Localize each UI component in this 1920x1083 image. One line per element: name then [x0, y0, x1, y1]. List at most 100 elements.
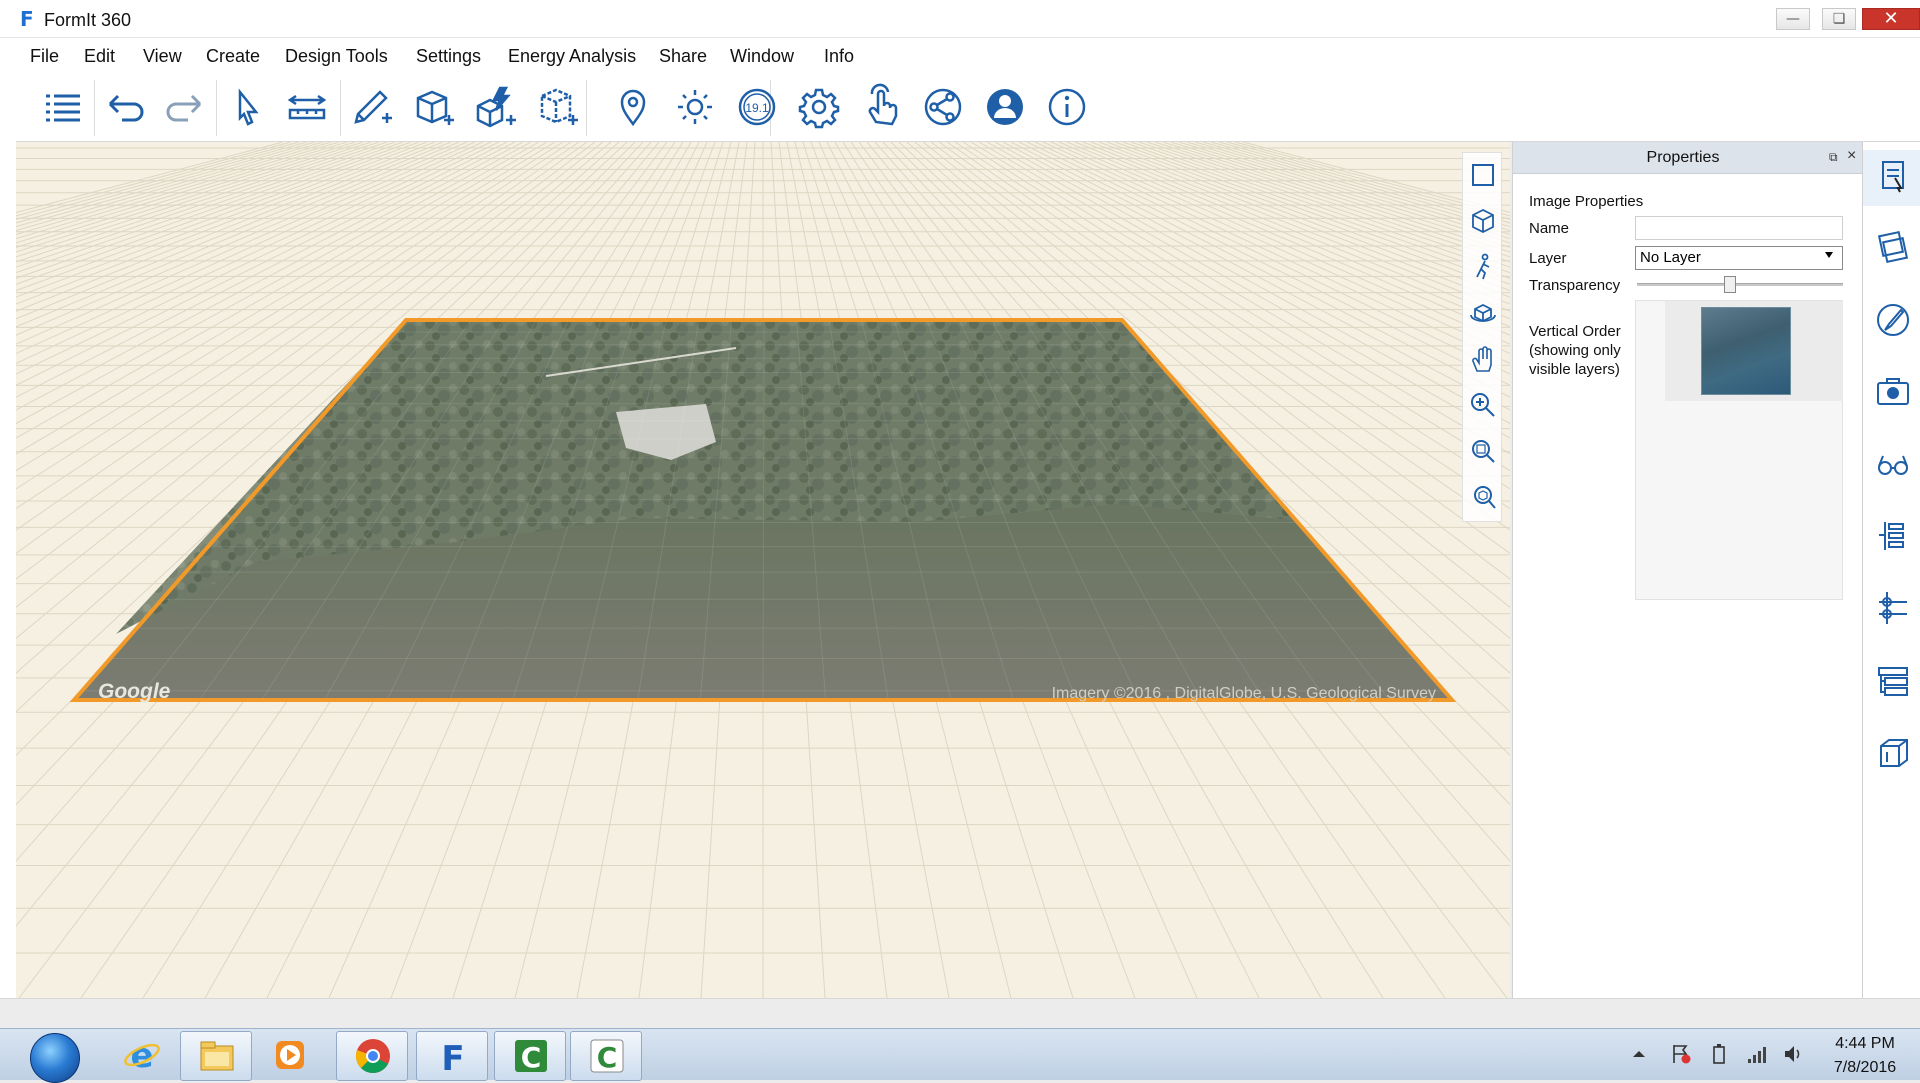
menu-info[interactable]: Info [824, 46, 854, 67]
volume-speaker-icon[interactable] [1782, 1043, 1804, 1065]
3d-viewport[interactable]: Google Imagery ©2016 , DigitalGlobe, U.S… [16, 142, 1510, 998]
properties-panel-icon[interactable] [1875, 158, 1911, 194]
layers-list-icon[interactable] [38, 82, 88, 132]
camtasia-icon[interactable]: C [494, 1031, 566, 1081]
account-icon[interactable] [980, 82, 1030, 132]
vertical-order-label: Vertical Order (showing only visible lay… [1529, 323, 1621, 378]
zoom-extents-icon[interactable] [1467, 159, 1499, 191]
share-icon[interactable] [918, 82, 968, 132]
undo-icon[interactable] [100, 82, 150, 132]
vertical-order-list[interactable] [1635, 300, 1843, 600]
status-strip [0, 998, 1920, 1028]
camtasia-recorder-icon[interactable]: C [570, 1031, 642, 1081]
scenes-camera-icon[interactable] [1875, 374, 1911, 410]
menu-view[interactable]: View [143, 46, 182, 67]
chevron-down-icon[interactable] [1825, 252, 1833, 258]
perspective-cube-icon[interactable] [1467, 205, 1499, 237]
properties-header: Properties ⧉ × [1513, 142, 1863, 174]
restore-button[interactable]: ❏ [1822, 8, 1856, 30]
layers-tree-icon[interactable] [1875, 518, 1911, 554]
quick-shape-icon[interactable] [470, 82, 520, 132]
properties-title: Properties [1646, 149, 1720, 166]
touch-gesture-icon[interactable] [856, 82, 906, 132]
version-badge-text: 19.1 [745, 101, 769, 115]
dock-pin-icon[interactable]: ⧉ [1829, 150, 1838, 165]
show-hidden-icons-icon[interactable] [1628, 1043, 1650, 1065]
map-credit-text: Imagery ©2016 , DigitalGlobe, U.S. Geolo… [1052, 685, 1436, 702]
menu-window[interactable]: Window [730, 46, 794, 67]
map-thumbnail-image[interactable] [1701, 307, 1791, 395]
location-pin-icon[interactable] [608, 82, 658, 132]
walk-icon[interactable] [1467, 251, 1499, 283]
menu-design-tools[interactable]: Design Tools [285, 46, 388, 67]
panel-icon-rail [1862, 142, 1920, 998]
svg-text:e: e [130, 1036, 153, 1075]
vertical-order-item[interactable] [1665, 301, 1843, 401]
measure-tape-icon[interactable] [282, 82, 332, 132]
settings-gear-icon[interactable] [794, 82, 844, 132]
clock-time[interactable]: 4:44 PM [1820, 1035, 1910, 1053]
transparency-label: Transparency [1529, 277, 1621, 294]
windows-taskbar: e F C C 4:44 PM 7/8/2016 [0, 1028, 1920, 1083]
layer-dropdown-value: No Layer [1640, 249, 1701, 266]
zoom-selected-icon[interactable] [1467, 481, 1499, 513]
view-navigation-bar [1462, 152, 1502, 522]
name-input[interactable] [1635, 216, 1843, 240]
clock-date[interactable]: 7/8/2016 [1820, 1059, 1910, 1077]
formit-icon[interactable]: F [416, 1031, 488, 1081]
window-title: FormIt 360 [44, 10, 132, 30]
zoom-window-icon[interactable] [1467, 435, 1499, 467]
transparency-slider-track[interactable] [1637, 283, 1843, 286]
orbit-icon[interactable] [1467, 297, 1499, 329]
cube-add-icon[interactable] [408, 82, 458, 132]
svg-text:C: C [521, 1041, 542, 1074]
menu-settings[interactable]: Settings [416, 46, 481, 67]
formit-logo-icon: F [20, 7, 34, 31]
menu-create[interactable]: Create [206, 46, 260, 67]
transparency-slider-thumb[interactable] [1723, 276, 1736, 293]
visibility-glasses-icon[interactable] [1875, 446, 1911, 482]
minimize-button[interactable]: — [1776, 8, 1810, 30]
select-arrow-icon[interactable] [222, 82, 272, 132]
toolbar-separator [340, 80, 341, 136]
power-battery-icon[interactable] [1708, 1043, 1730, 1065]
menu-file[interactable]: File [30, 46, 59, 67]
title-bar: F FormIt 360 — ❏ ✕ [0, 0, 1920, 38]
toolbar-separator [94, 80, 95, 136]
menu-bar: File Edit View Create Design Tools Setti… [16, 38, 1920, 72]
internet-explorer-icon[interactable]: e [106, 1031, 178, 1081]
sun-icon[interactable] [670, 82, 720, 132]
toolbar: 19.1 [16, 72, 1920, 142]
content-library-icon[interactable] [1875, 734, 1911, 770]
file-explorer-icon[interactable] [180, 1031, 252, 1081]
action-center-flag-icon[interactable] [1670, 1043, 1692, 1065]
redo-icon[interactable] [160, 82, 210, 132]
menu-energy-analysis[interactable]: Energy Analysis [508, 46, 636, 67]
start-button[interactable] [30, 1033, 80, 1083]
info-icon[interactable] [1042, 82, 1092, 132]
pencil-draw-icon[interactable] [346, 82, 396, 132]
svg-text:F: F [441, 1039, 464, 1076]
version-badge-icon[interactable]: 19.1 [732, 82, 782, 132]
levels-icon[interactable] [1875, 590, 1911, 626]
viewport-canvas[interactable]: Google Imagery ©2016 , DigitalGlobe, U.S… [16, 142, 1510, 998]
panel-close-icon[interactable]: × [1847, 147, 1856, 165]
paint-brush-icon[interactable] [1875, 302, 1911, 338]
chrome-icon[interactable] [336, 1031, 408, 1081]
network-signal-icon[interactable] [1746, 1043, 1768, 1065]
materials-icon[interactable] [1875, 230, 1911, 266]
left-gutter [0, 38, 16, 998]
google-watermark: Google [98, 680, 171, 703]
media-player-icon[interactable] [254, 1031, 326, 1081]
layer-dropdown[interactable]: No Layer [1635, 246, 1843, 270]
menu-edit[interactable]: Edit [84, 46, 115, 67]
toolbar-separator [586, 80, 587, 136]
svg-text:C: C [597, 1041, 618, 1074]
pan-hand-icon[interactable] [1467, 343, 1499, 375]
toolbar-separator [216, 80, 217, 136]
close-button[interactable]: ✕ [1862, 8, 1920, 30]
groups-icon[interactable] [1875, 662, 1911, 698]
group-add-icon[interactable] [532, 82, 582, 132]
menu-share[interactable]: Share [659, 46, 707, 67]
zoom-icon[interactable] [1467, 389, 1499, 421]
